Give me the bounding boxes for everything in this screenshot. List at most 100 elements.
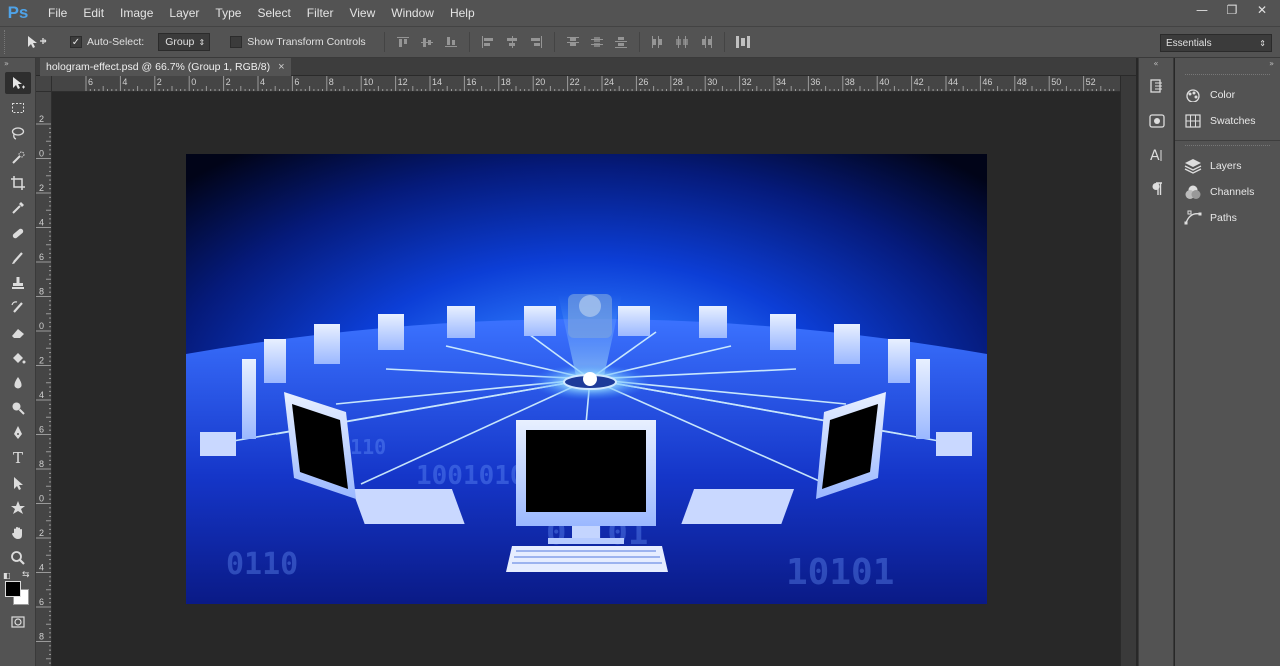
- swap-colors-icon[interactable]: ⇆: [22, 570, 30, 580]
- workspace-dropdown[interactable]: Essentials ⇕: [1160, 34, 1272, 52]
- tool-preset-picker[interactable]: [22, 31, 52, 53]
- dodge-tool-icon[interactable]: [5, 397, 31, 419]
- align-top-edges-icon[interactable]: [393, 33, 413, 51]
- panel-swatches[interactable]: Swatches: [1175, 108, 1280, 134]
- panel-paths[interactable]: Paths: [1175, 205, 1280, 231]
- ruler-left-label: 2: [39, 183, 44, 193]
- eraser-tool-icon[interactable]: [5, 322, 31, 344]
- svg-text:1001010: 1001010: [416, 461, 526, 491]
- panel-layers[interactable]: Layers: [1175, 153, 1280, 179]
- align-left-edges-icon[interactable]: [478, 33, 498, 51]
- close-button[interactable]: ✕: [1254, 2, 1270, 18]
- panel-group-grip[interactable]: [1185, 145, 1270, 151]
- distribute-top-icon[interactable]: [563, 33, 583, 51]
- align-bottom-edges-icon[interactable]: [441, 33, 461, 51]
- pen-tool-icon[interactable]: [5, 422, 31, 444]
- auto-select-checkbox[interactable]: ✓: [70, 36, 82, 48]
- distribute-right-icon[interactable]: [696, 33, 716, 51]
- history-icon[interactable]: [1143, 74, 1171, 100]
- spot-healing-tool-icon[interactable]: [5, 222, 31, 244]
- auto-select-target-dropdown[interactable]: Group ⇕: [158, 33, 211, 51]
- blur-tool-icon[interactable]: [5, 372, 31, 394]
- close-tab-icon[interactable]: ×: [278, 61, 284, 73]
- ruler-top-label: 14: [432, 77, 442, 87]
- paint-bucket-tool-icon[interactable]: [5, 347, 31, 369]
- panel-channels[interactable]: Channels: [1175, 179, 1280, 205]
- foreground-color-swatch[interactable]: [5, 581, 21, 597]
- canvas-area[interactable]: 1001010 01101 1011 0110 10101 10110: [52, 92, 1120, 666]
- type-tool-icon[interactable]: T: [5, 447, 31, 469]
- document-tab[interactable]: hologram-effect.psd @ 66.7% (Group 1, RG…: [40, 58, 291, 76]
- eyedropper-tool-icon[interactable]: [5, 197, 31, 219]
- auto-align-layers-icon[interactable]: [733, 33, 753, 51]
- ruler-top-label: 10: [363, 77, 373, 87]
- menu-view[interactable]: View: [341, 0, 383, 26]
- lasso-tool-icon[interactable]: [5, 122, 31, 144]
- menu-file[interactable]: File: [40, 0, 75, 26]
- restore-button[interactable]: ❐: [1224, 2, 1240, 18]
- crop-tool-icon[interactable]: [5, 172, 31, 194]
- hand-tool-icon[interactable]: [5, 522, 31, 544]
- panel-color[interactable]: Color: [1175, 82, 1280, 108]
- menu-help[interactable]: Help: [442, 0, 483, 26]
- ruler-top-label: 6: [88, 77, 93, 87]
- separator: [553, 32, 555, 52]
- character-icon[interactable]: A: [1143, 142, 1171, 168]
- vertical-scrollbar[interactable]: [1120, 76, 1136, 666]
- ruler-top-label: 4: [260, 77, 265, 87]
- distribute-vertical-centers-icon[interactable]: [587, 33, 607, 51]
- quick-selection-tool-icon[interactable]: [5, 147, 31, 169]
- menu-type[interactable]: Type: [207, 0, 249, 26]
- panels-collapse-toggle[interactable]: »: [1175, 58, 1280, 70]
- ruler-top-label: 8: [329, 77, 334, 87]
- horizontal-ruler[interactable]: 6 4 2 0 2 4 6 8 10 12 14 16 18 20 22 24 26 28 30 32 34 36 38 40…: [52, 76, 1120, 92]
- ruler-origin[interactable]: [36, 76, 52, 92]
- properties-icon[interactable]: [1143, 108, 1171, 134]
- menu-image[interactable]: Image: [112, 0, 161, 26]
- align-horizontal-centers-icon[interactable]: [502, 33, 522, 51]
- distribute-left-icon[interactable]: [648, 33, 668, 51]
- show-transform-checkbox[interactable]: [230, 36, 243, 48]
- custom-shape-tool-icon[interactable]: [5, 497, 31, 519]
- tools-panel: » T ◧ ⇆: [0, 58, 36, 666]
- paragraph-icon[interactable]: [1143, 176, 1171, 202]
- panel-color-label: Color: [1210, 89, 1236, 101]
- document-canvas[interactable]: 1001010 01101 1011 0110 10101 10110: [186, 154, 987, 604]
- menu-window[interactable]: Window: [383, 0, 442, 26]
- menu-filter[interactable]: Filter: [299, 0, 342, 26]
- move-tool-icon[interactable]: [5, 72, 31, 94]
- window-controls: — ❐ ✕: [1194, 0, 1270, 20]
- align-vertical-centers-icon[interactable]: [417, 33, 437, 51]
- brush-tool-icon[interactable]: [5, 247, 31, 269]
- ruler-top-label: 40: [879, 77, 889, 87]
- ruler-left-label: 6: [39, 597, 44, 607]
- tools-collapse-toggle[interactable]: »: [0, 58, 35, 70]
- default-colors-icon[interactable]: ◧: [3, 571, 11, 580]
- vertical-ruler[interactable]: 20246802468024682: [36, 92, 52, 666]
- options-grip[interactable]: [4, 30, 12, 54]
- auto-select-toggle[interactable]: ✓ Auto-Select:: [70, 36, 144, 48]
- panel-group-grip[interactable]: [1185, 74, 1270, 80]
- minimize-button[interactable]: —: [1194, 2, 1210, 18]
- menu-edit[interactable]: Edit: [75, 0, 112, 26]
- align-right-edges-icon[interactable]: [526, 33, 546, 51]
- align-buttons: [393, 33, 461, 51]
- vertical-ruler-ticks: 20246802468024682: [36, 114, 51, 664]
- clone-stamp-tool-icon[interactable]: [5, 272, 31, 294]
- menu-layer[interactable]: Layer: [161, 0, 207, 26]
- dock-collapse-toggle[interactable]: «: [1139, 58, 1173, 70]
- quick-mask-icon[interactable]: [5, 611, 31, 633]
- ruler-top-label: 22: [570, 77, 580, 87]
- distribute-horizontal-centers-icon[interactable]: [672, 33, 692, 51]
- history-brush-tool-icon[interactable]: [5, 297, 31, 319]
- auto-select-target-value: Group: [165, 36, 195, 48]
- distribute-bottom-icon[interactable]: [611, 33, 631, 51]
- path-selection-tool-icon[interactable]: [5, 472, 31, 494]
- marquee-tool-icon[interactable]: [5, 97, 31, 119]
- show-transform-toggle[interactable]: Show Transform Controls: [230, 36, 366, 48]
- ruler-left-label: 2: [39, 356, 44, 366]
- ruler-left-label: 8: [39, 459, 44, 469]
- menu-select[interactable]: Select: [249, 0, 298, 26]
- zoom-tool-icon[interactable]: [5, 547, 31, 569]
- updown-arrows-icon: ⇕: [1259, 38, 1266, 48]
